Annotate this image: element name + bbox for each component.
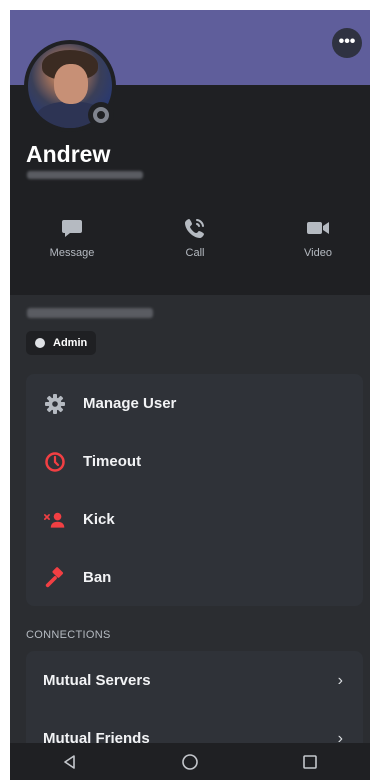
mutual-servers-button[interactable]: Mutual Servers › bbox=[26, 651, 363, 709]
kick-label: Kick bbox=[83, 510, 115, 528]
role-color-icon bbox=[35, 338, 45, 348]
connections-heading: CONNECTIONS bbox=[26, 629, 111, 641]
message-label: Message bbox=[49, 247, 95, 259]
ban-button[interactable]: Ban bbox=[26, 548, 363, 606]
call-action-button[interactable]: Call bbox=[155, 215, 235, 259]
system-navigation-bar bbox=[10, 743, 370, 780]
video-camera-icon bbox=[278, 215, 358, 241]
more-options-button[interactable]: ••• bbox=[332, 28, 362, 58]
chevron-right-icon: › bbox=[337, 672, 343, 689]
manage-user-button[interactable]: Manage User bbox=[26, 374, 363, 432]
redacted-username bbox=[27, 171, 143, 179]
status-indicator bbox=[88, 102, 114, 128]
timeout-label: Timeout bbox=[83, 452, 142, 470]
video-label: Video bbox=[304, 247, 332, 259]
gear-icon bbox=[44, 393, 66, 415]
kick-button[interactable]: Kick bbox=[26, 490, 363, 548]
phone-call-icon bbox=[155, 215, 235, 241]
home-circle-icon bbox=[182, 753, 198, 770]
video-action-button[interactable]: Video bbox=[278, 215, 358, 259]
message-action-button[interactable]: Message bbox=[32, 215, 112, 259]
ban-label: Ban bbox=[83, 568, 112, 586]
nav-home-button[interactable] bbox=[170, 747, 210, 777]
profile-actions: Message Call Video bbox=[10, 215, 370, 275]
back-triangle-icon bbox=[64, 754, 75, 769]
role-label: Admin bbox=[53, 337, 88, 349]
nav-back-button[interactable] bbox=[50, 747, 90, 777]
nav-recents-button[interactable] bbox=[290, 747, 330, 777]
ban-hammer-icon bbox=[44, 567, 66, 589]
profile-panel: ••• Andrew Message Call Video Admin Mana… bbox=[10, 10, 370, 780]
manage-user-label: Manage User bbox=[83, 394, 177, 412]
role-badge[interactable]: Admin bbox=[26, 331, 97, 355]
redacted-server-nickname bbox=[27, 308, 153, 318]
kick-user-icon bbox=[44, 509, 66, 531]
offline-status-icon bbox=[93, 107, 109, 123]
user-display-name: Andrew bbox=[26, 141, 111, 167]
timeout-button[interactable]: Timeout bbox=[26, 432, 363, 490]
clock-icon bbox=[44, 451, 66, 473]
recents-square-icon bbox=[303, 754, 317, 769]
moderation-card: Manage User Timeout Kick Ban bbox=[26, 374, 363, 606]
message-bubble-icon bbox=[32, 215, 112, 241]
more-dots-icon: ••• bbox=[338, 33, 356, 50]
call-label: Call bbox=[185, 247, 205, 259]
mutual-servers-label: Mutual Servers bbox=[43, 671, 151, 689]
